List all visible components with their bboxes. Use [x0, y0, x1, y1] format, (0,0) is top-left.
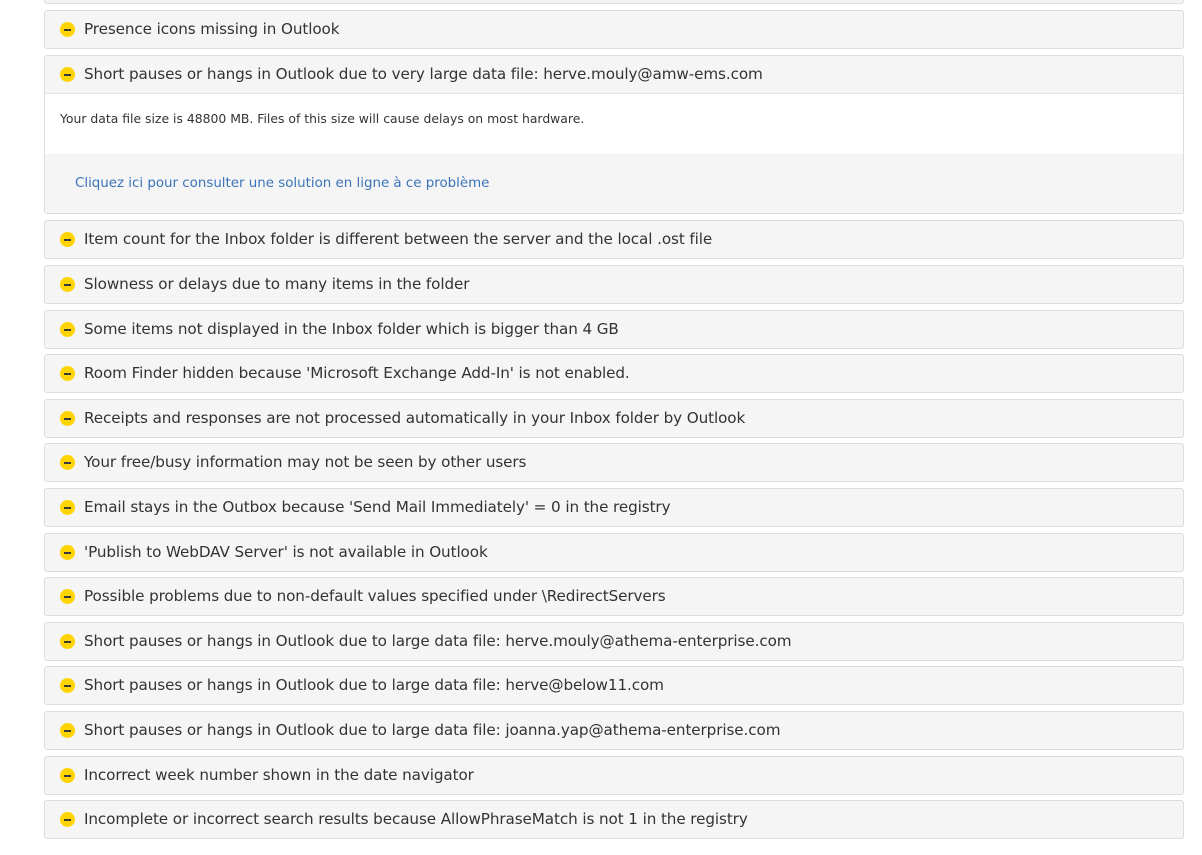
issue-panel[interactable]: Slowness or delays due to many items in … — [44, 265, 1184, 304]
issue-title: Possible problems due to non-default val… — [84, 587, 666, 605]
issue-header[interactable]: Incomplete or incorrect search results b… — [45, 801, 1183, 838]
issue-header[interactable]: Short pauses or hangs in Outlook due to … — [45, 667, 1183, 704]
issue-title: Email stays in the Outbox because 'Send … — [84, 498, 671, 516]
issue-panel[interactable]: Item count for the Inbox folder is diffe… — [44, 220, 1184, 259]
issue-header[interactable]: Room Finder hidden because 'Microsoft Ex… — [45, 355, 1183, 392]
issue-title: Incorrect week number shown in the date … — [84, 766, 474, 784]
warning-icon — [60, 366, 75, 381]
issue-panel[interactable]: Email stays in the Outbox because 'Send … — [44, 488, 1184, 527]
issue-header[interactable]: Short pauses or hangs in Outlook due to … — [45, 623, 1183, 660]
issue-header[interactable]: 'Publish to WebDAV Server' is not availa… — [45, 534, 1183, 571]
issue-title: Presence icons missing in Outlook — [84, 20, 340, 38]
issue-panel[interactable]: Some items not displayed in the Inbox fo… — [44, 310, 1184, 349]
issue-footer: Cliquez ici pour consulter une solution … — [45, 154, 1183, 213]
warning-icon — [60, 678, 75, 693]
issue-description: Your data file size is 48800 MB. Files o… — [60, 111, 585, 126]
issue-panel[interactable]: Incomplete or incorrect search results b… — [44, 800, 1184, 839]
issue-title: Short pauses or hangs in Outlook due to … — [84, 632, 792, 650]
issue-title: Short pauses or hangs in Outlook due to … — [84, 721, 781, 739]
warning-icon — [60, 589, 75, 604]
issue-header[interactable]: Some items not displayed in the Inbox fo… — [45, 311, 1183, 348]
warning-icon — [60, 634, 75, 649]
issue-panel[interactable]: Your free/busy information may not be se… — [44, 443, 1184, 482]
issue-header[interactable]: Incorrect week number shown in the date … — [45, 757, 1183, 794]
issue-panel[interactable]: Incorrect week number shown in the date … — [44, 756, 1184, 795]
issue-panel[interactable]: Short pauses or hangs in Outlook due to … — [44, 711, 1184, 750]
issue-title: Short pauses or hangs in Outlook due to … — [84, 65, 763, 83]
issue-panel[interactable]: Possible problems due to non-default val… — [44, 577, 1184, 616]
issue-details: Your data file size is 48800 MB. Files o… — [45, 93, 1183, 154]
issue-header[interactable]: Short pauses or hangs in Outlook due to … — [45, 712, 1183, 749]
issue-title: Slowness or delays due to many items in … — [84, 275, 470, 293]
issue-header[interactable]: Slowness or delays due to many items in … — [45, 266, 1183, 303]
warning-icon — [60, 22, 75, 37]
warning-icon — [60, 768, 75, 783]
issue-title: Receipts and responses are not processed… — [84, 409, 746, 427]
issues-list: Presence icons missing in Outlook Short … — [0, 0, 1202, 855]
issue-title: 'Publish to WebDAV Server' is not availa… — [84, 543, 488, 561]
issue-panel[interactable]: 'Publish to WebDAV Server' is not availa… — [44, 533, 1184, 572]
warning-icon — [60, 455, 75, 470]
issue-header[interactable]: Presence icons missing in Outlook — [45, 11, 1183, 48]
issue-title: Incomplete or incorrect search results b… — [84, 810, 748, 828]
issue-panel[interactable]: Presence icons missing in Outlook — [44, 10, 1184, 49]
issue-title: Short pauses or hangs in Outlook due to … — [84, 676, 664, 694]
issue-header[interactable]: Possible problems due to non-default val… — [45, 578, 1183, 615]
issue-header[interactable]: Email stays in the Outbox because 'Send … — [45, 489, 1183, 526]
online-solution-link[interactable]: Cliquez ici pour consulter une solution … — [75, 176, 489, 191]
warning-icon — [60, 277, 75, 292]
issue-panel[interactable]: Short pauses or hangs in Outlook due to … — [44, 622, 1184, 661]
warning-icon — [60, 232, 75, 247]
previous-issue-panel-edge — [44, 0, 1184, 4]
warning-icon — [60, 812, 75, 827]
issue-title: Your free/busy information may not be se… — [84, 453, 527, 471]
warning-icon — [60, 411, 75, 426]
issue-title: Item count for the Inbox folder is diffe… — [84, 230, 713, 248]
issue-title: Room Finder hidden because 'Microsoft Ex… — [84, 364, 630, 382]
issue-panel-expanded[interactable]: Short pauses or hangs in Outlook due to … — [44, 55, 1184, 214]
warning-icon — [60, 322, 75, 337]
warning-icon — [60, 67, 75, 82]
issue-panel[interactable]: Receipts and responses are not processed… — [44, 399, 1184, 438]
warning-icon — [60, 723, 75, 738]
issue-header[interactable]: Your free/busy information may not be se… — [45, 444, 1183, 481]
issue-header[interactable]: Short pauses or hangs in Outlook due to … — [45, 56, 1183, 93]
warning-icon — [60, 545, 75, 560]
issue-header[interactable]: Receipts and responses are not processed… — [45, 400, 1183, 437]
issue-title: Some items not displayed in the Inbox fo… — [84, 320, 619, 338]
issue-header[interactable]: Item count for the Inbox folder is diffe… — [45, 221, 1183, 258]
warning-icon — [60, 500, 75, 515]
issue-panel[interactable]: Room Finder hidden because 'Microsoft Ex… — [44, 354, 1184, 393]
issue-panel[interactable]: Short pauses or hangs in Outlook due to … — [44, 666, 1184, 705]
